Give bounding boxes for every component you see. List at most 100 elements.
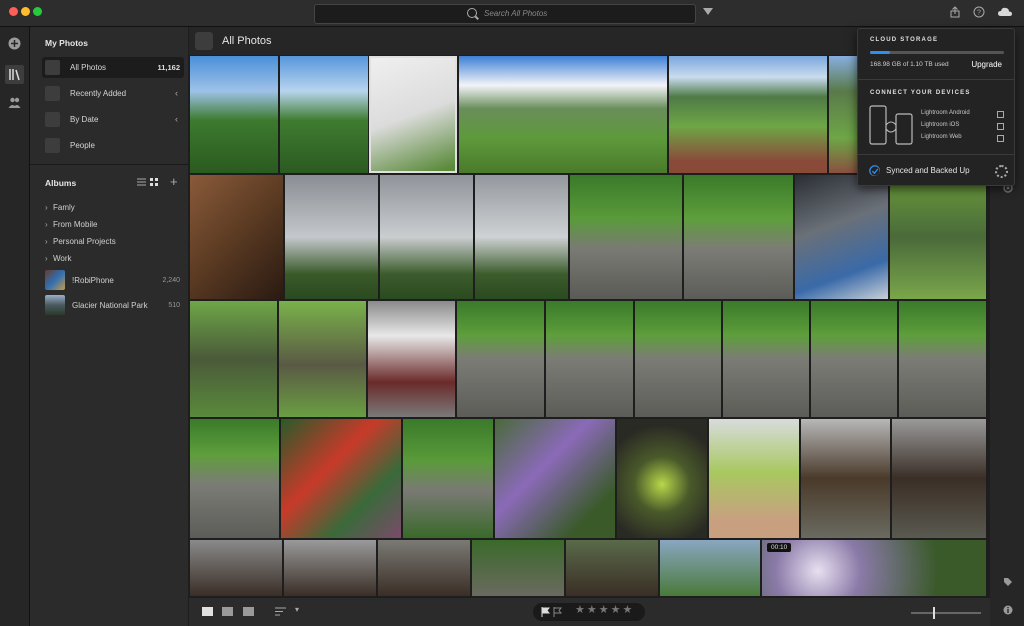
album-item-robiphone[interactable]: !RobiPhone: [72, 276, 114, 285]
library-icon[interactable]: [5, 65, 24, 84]
photo-grid-view-icon[interactable]: [222, 607, 233, 616]
photo-thumbnail[interactable]: [899, 301, 986, 417]
photo-thumbnail[interactable]: [475, 175, 568, 299]
close-window-button[interactable]: [9, 7, 18, 16]
square-grid-view-icon[interactable]: [202, 607, 213, 616]
photo-thumbnail[interactable]: [378, 540, 470, 596]
photo-thumbnail-selected[interactable]: [369, 56, 457, 173]
photo-thumbnail[interactable]: [285, 175, 378, 299]
photo-count: 11,162: [157, 63, 180, 72]
photo-thumbnail[interactable]: [190, 175, 283, 299]
slider-handle[interactable]: [933, 607, 935, 619]
photo-thumbnail[interactable]: [279, 301, 366, 417]
photo-thumbnail[interactable]: [801, 419, 890, 538]
detail-view-icon[interactable]: [243, 607, 254, 616]
photo-thumbnail[interactable]: [570, 175, 682, 299]
photo-thumbnail[interactable]: [190, 56, 278, 173]
album-folder[interactable]: › Famly: [45, 203, 75, 212]
reject-flag-icon[interactable]: [553, 607, 562, 617]
device-lightroom-web[interactable]: Lightroom Web: [921, 134, 962, 140]
sidebar-item-people[interactable]: People: [42, 135, 184, 156]
video-thumbnail[interactable]: 00:10: [762, 540, 986, 596]
external-link-icon[interactable]: [997, 123, 1004, 130]
sort-icon[interactable]: [275, 607, 286, 616]
filter-icon[interactable]: [703, 8, 713, 15]
cloud-storage-popover: CLOUD STORAGE 168.98 GB of 1.10 TB used …: [857, 28, 1015, 186]
photo-thumbnail[interactable]: [795, 175, 888, 299]
photo-thumbnail[interactable]: [723, 301, 809, 417]
zoom-window-button[interactable]: [33, 7, 42, 16]
sidebar-item-label: All Photos: [70, 63, 107, 72]
photo-thumbnail[interactable]: [635, 301, 721, 417]
star-rating-icon[interactable]: ★★★★★: [575, 603, 634, 616]
album-folder[interactable]: › Personal Projects: [45, 237, 116, 246]
album-count: 2,240: [162, 277, 180, 284]
cloud-storage-heading: CLOUD STORAGE: [870, 37, 939, 43]
my-photos-heading: My Photos: [45, 38, 88, 48]
photo-thumbnail[interactable]: [380, 175, 473, 299]
sidebar-item-label: People: [70, 141, 95, 150]
album-item-glacier-national-park[interactable]: Glacier National Park: [72, 301, 148, 310]
add-icon[interactable]: [8, 37, 21, 50]
chevron-down-icon[interactable]: ▾: [295, 605, 299, 614]
search-input[interactable]: Search All Photos: [314, 4, 696, 24]
photo-thumbnail[interactable]: [892, 419, 986, 538]
divider: [858, 154, 1014, 155]
sidebar-item-all-photos[interactable]: All Photos 11,162: [42, 57, 184, 78]
photo-thumbnail[interactable]: [284, 540, 376, 596]
upgrade-link[interactable]: Upgrade: [971, 60, 1002, 69]
photo-thumbnail[interactable]: [190, 419, 279, 538]
people-icon[interactable]: [8, 96, 21, 109]
external-link-icon[interactable]: [997, 135, 1004, 142]
photo-icon: [195, 32, 213, 50]
add-album-button[interactable]: +: [170, 174, 178, 189]
photo-thumbnail[interactable]: [617, 419, 707, 538]
chevron-left-icon[interactable]: ‹: [175, 88, 178, 98]
thumbnail-size-slider[interactable]: [911, 607, 981, 619]
photo-thumbnail[interactable]: [566, 540, 658, 596]
photo-thumbnail[interactable]: [281, 419, 401, 538]
chevron-right-icon: ›: [45, 254, 48, 263]
photo-thumbnail[interactable]: [190, 301, 277, 417]
gear-icon[interactable]: [995, 165, 1008, 178]
info-icon[interactable]: [1003, 605, 1013, 615]
photo-thumbnail[interactable]: [890, 175, 986, 299]
device-lightroom-android[interactable]: Lightroom Android: [921, 110, 970, 116]
photo-thumbnail[interactable]: [190, 540, 282, 596]
photo-thumbnail[interactable]: [811, 301, 897, 417]
chevron-left-icon[interactable]: ‹: [175, 114, 178, 124]
list-view-icon[interactable]: [137, 178, 146, 186]
photo-thumbnail[interactable]: [472, 540, 564, 596]
minimize-window-button[interactable]: [21, 7, 30, 16]
album-label: Personal Projects: [53, 237, 116, 246]
connect-devices-heading: CONNECT YOUR DEVICES: [870, 90, 971, 96]
sidebar-item-by-date[interactable]: By Date ‹: [42, 109, 184, 130]
photo-thumbnail[interactable]: [684, 175, 793, 299]
album-folder[interactable]: › Work: [45, 254, 72, 263]
help-icon[interactable]: ?: [973, 6, 985, 18]
tag-icon[interactable]: [1003, 577, 1013, 587]
sidebar-item-label: Recently Added: [70, 89, 127, 98]
external-link-icon[interactable]: [997, 111, 1004, 118]
sidebar-item-recently-added[interactable]: Recently Added ‹: [42, 83, 184, 104]
cloud-icon[interactable]: [997, 6, 1013, 18]
device-lightroom-ios[interactable]: Lightroom iOS: [921, 122, 959, 128]
photo-thumbnail[interactable]: [669, 56, 827, 173]
photo-thumbnail[interactable]: [457, 301, 544, 417]
grid-view-icon[interactable]: [150, 178, 158, 186]
photo-thumbnail[interactable]: [403, 419, 493, 538]
photo-thumbnail[interactable]: [495, 419, 615, 538]
sidebar-item-label: By Date: [70, 115, 99, 124]
photo-thumbnail[interactable]: [709, 419, 799, 538]
photo-thumbnail[interactable]: [459, 56, 667, 173]
photo-thumbnail[interactable]: [660, 540, 760, 596]
flag-icon[interactable]: [541, 607, 550, 617]
share-icon[interactable]: [949, 6, 961, 18]
album-folder[interactable]: › From Mobile: [45, 220, 97, 229]
photo-thumbnail[interactable]: [546, 301, 633, 417]
title-bar: Search All Photos ?: [0, 0, 1024, 27]
clock-icon: [45, 86, 60, 101]
photo-thumbnail[interactable]: [368, 301, 455, 417]
photo-thumbnail[interactable]: [280, 56, 368, 173]
video-duration-badge: 00:10: [767, 543, 792, 552]
